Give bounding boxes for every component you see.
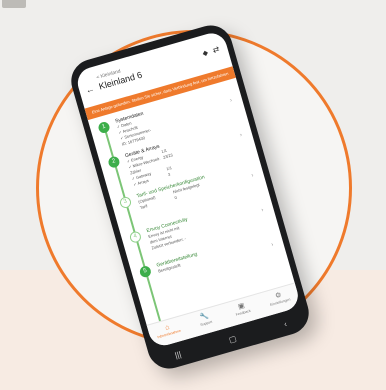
step-row-value: 0 [173,194,178,201]
step-number-badge: 4 [128,230,143,244]
chevron-right-icon: › [270,241,275,249]
recents-icon[interactable]: ||| [174,349,182,359]
step-number-badge: 3 [118,195,133,210]
back-nav-icon[interactable]: ‹ [283,319,288,328]
step-row-value: 3 [167,171,171,178]
app-screen: ← < Kleinland Kleinland 6 ◆ ⇄ Eine Anlag… [74,29,302,349]
swap-icon[interactable]: ⇄ [212,44,221,54]
diamond-icon[interactable]: ◆ [202,49,209,58]
step-number-badge: 5 [138,264,153,279]
step-number-badge: 1 [97,120,111,135]
scene: ← < Kleinland Kleinland 6 ◆ ⇄ Eine Anlag… [0,0,386,390]
phone: ← < Kleinland Kleinland 6 ◆ ⇄ Eine Anlag… [66,20,314,374]
home-nav-icon[interactable]: ▢ [228,333,238,344]
back-arrow-icon[interactable]: ← [84,83,95,95]
step-number-badge: 2 [107,155,121,169]
steps-list: 1 Systemdaten ✓ Daten ✓ Anschrift ✓ Seriennu… [88,78,287,323]
